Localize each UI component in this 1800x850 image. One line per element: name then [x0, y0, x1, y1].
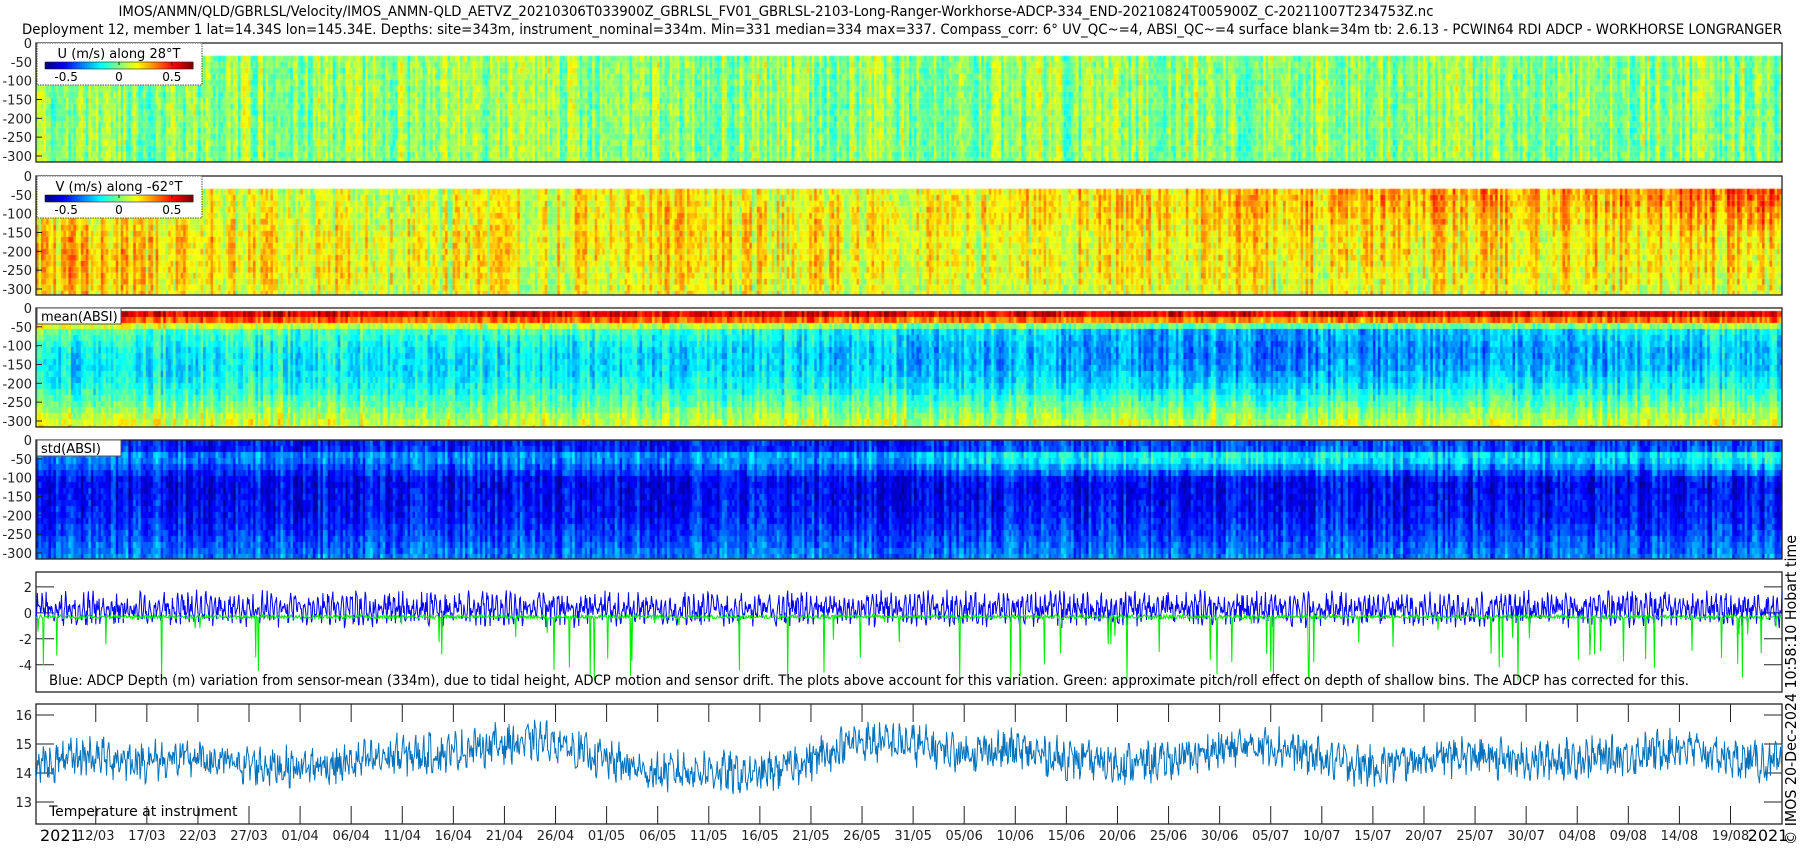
y-tick-label: -200	[2, 112, 32, 127]
x-tick-label: 22/03	[179, 829, 216, 844]
credit-text: © IMOS 20-Dec-2024 10:58:10 Hobart time	[1782, 535, 1800, 845]
y-tick-label: -100	[2, 75, 32, 90]
y-tick-label: -200	[2, 509, 32, 524]
temperature-line	[35, 719, 1783, 795]
x-tick-label: 09/08	[1610, 829, 1647, 844]
x-tick-label: 04/08	[1559, 829, 1596, 844]
x-tick-label: 12/03	[77, 829, 114, 844]
x-tick-label: 20/06	[1099, 829, 1136, 844]
y-tick-label: 0	[24, 170, 32, 185]
panel-1-axes	[35, 42, 1783, 163]
colorbar-tick-label: 0	[115, 70, 123, 84]
panel-4-axes	[35, 439, 1783, 560]
y-tick-label: -300	[2, 415, 32, 430]
y-tick-label: -50	[11, 189, 32, 204]
colorbar-tick-label: 0	[115, 203, 123, 217]
x-tick-label: 10/06	[997, 829, 1034, 844]
x-tick-label: 01/04	[281, 829, 318, 844]
y-tick-label: 0	[24, 37, 32, 52]
y-tick-label: 0	[24, 434, 32, 449]
x-tick-label: 11/05	[690, 829, 727, 844]
y-tick-label: 15	[15, 738, 32, 753]
colorbar-legend: U (m/s) along 28°T -0.5 0 0.5	[36, 42, 203, 86]
y-tick-label: -250	[2, 528, 32, 543]
x-tick-label: 30/07	[1507, 829, 1544, 844]
figure-overlay: IMOS/ANMN/QLD/GBRLSL/Velocity/IMOS_ANMN-…	[2, 4, 1800, 845]
y-tick-label: -2	[19, 633, 32, 648]
x-tick-label: 15/06	[1048, 829, 1085, 844]
y-tick-label: 14	[15, 767, 32, 782]
y-tick-label: -100	[2, 340, 32, 355]
legend-title: V (m/s) along -62°T	[56, 180, 183, 195]
x-tick-label: 17/03	[128, 829, 165, 844]
x-tick-label: 25/07	[1456, 829, 1493, 844]
x-tick-label: 05/07	[1252, 829, 1289, 844]
y-tick-label: -50	[11, 56, 32, 71]
x-tick-label: 01/05	[588, 829, 625, 844]
legend-title: U (m/s) along 28°T	[58, 47, 181, 62]
panel-label: std(ABSI)	[41, 442, 101, 457]
y-tick-label: -250	[2, 264, 32, 279]
x-tick-label: 15/07	[1354, 829, 1391, 844]
x-tick-label: 21/05	[792, 829, 829, 844]
y-tick-label: -150	[2, 93, 32, 108]
x-year-left: 2021	[40, 826, 81, 845]
x-tick-label: 10/07	[1303, 829, 1340, 844]
colorbar-tick-label: 0.5	[162, 70, 181, 84]
x-tick-label: 30/06	[1201, 829, 1238, 844]
x-tick-label: 21/04	[486, 829, 523, 844]
temperature-annotation: Temperature at instrument	[48, 804, 238, 820]
panel-2-axes	[35, 175, 1783, 296]
x-tick-label: 05/06	[945, 829, 982, 844]
y-tick-label: -4	[19, 659, 32, 674]
y-tick-label: -300	[2, 150, 32, 165]
y-tick-label: 13	[15, 796, 32, 811]
y-tick-label: -250	[2, 396, 32, 411]
x-tick-label: 20/07	[1405, 829, 1442, 844]
x-tick-label: 26/04	[537, 829, 574, 844]
panel-3-axes	[35, 307, 1783, 428]
x-tick-label: 27/03	[230, 829, 267, 844]
x-tick-label: 16/05	[741, 829, 778, 844]
x-tick-label: 16/04	[435, 829, 472, 844]
y-tick-label: -150	[2, 490, 32, 505]
y-tick-label: -200	[2, 245, 32, 260]
depth-variation-line	[35, 589, 1783, 629]
y-tick-label: -300	[2, 547, 32, 562]
y-tick-label: -200	[2, 377, 32, 392]
y-tick-label: 2	[24, 581, 32, 596]
colorbar-tick-label: -0.5	[54, 203, 77, 217]
y-tick-label: -100	[2, 208, 32, 223]
y-tick-label: -50	[11, 453, 32, 468]
y-tick-label: 0	[24, 607, 32, 622]
panel-label: mean(ABSI)	[41, 310, 118, 325]
y-tick-label: 16	[15, 709, 32, 724]
adcp-figure: IMOS/ANMN/QLD/GBRLSL/Velocity/IMOS_ANMN-…	[0, 0, 1800, 850]
y-tick-label: -300	[2, 283, 32, 298]
y-tick-label: -100	[2, 472, 32, 487]
colorbar-legend: V (m/s) along -62°T -0.5 0 0.5	[36, 175, 203, 219]
x-tick-label: 26/05	[843, 829, 880, 844]
y-tick-label: -150	[2, 358, 32, 373]
figure-title: IMOS/ANMN/QLD/GBRLSL/Velocity/IMOS_ANMN-…	[119, 4, 1434, 20]
x-tick-label: 06/05	[639, 829, 676, 844]
y-tick-label: 0	[24, 302, 32, 317]
depth-panel-annotation: Blue: ADCP Depth (m) variation from sens…	[49, 673, 1689, 689]
x-tick-label: 11/04	[384, 829, 421, 844]
x-tick-label: 19/08	[1712, 829, 1749, 844]
x-tick-label: 06/04	[332, 829, 369, 844]
colorbar-tick-label: 0.5	[162, 203, 181, 217]
colorbar-tick-label: -0.5	[54, 70, 77, 84]
x-tick-label: 14/08	[1661, 829, 1698, 844]
x-tick-label: 25/06	[1150, 829, 1187, 844]
y-tick-label: -50	[11, 321, 32, 336]
y-tick-label: -250	[2, 131, 32, 146]
figure-subtitle: Deployment 12, member 1 lat=14.34S lon=1…	[22, 22, 1782, 38]
y-tick-label: -150	[2, 226, 32, 241]
x-tick-label: 31/05	[894, 829, 931, 844]
